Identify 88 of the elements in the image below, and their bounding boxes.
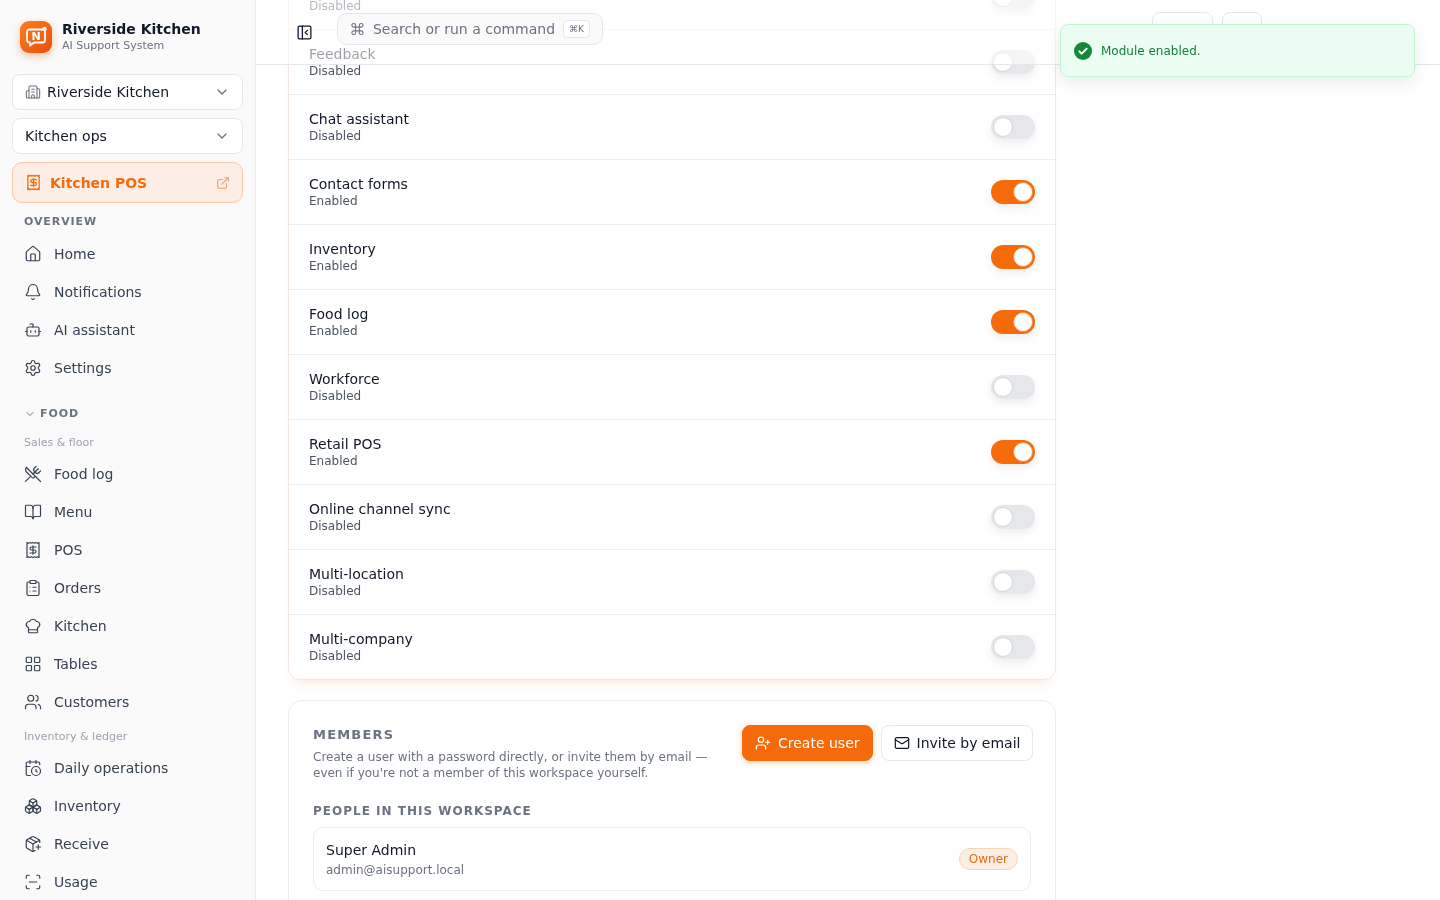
toggle-switch[interactable] bbox=[991, 635, 1035, 659]
panel-left-icon bbox=[295, 23, 313, 41]
module-name: Multi-company bbox=[309, 630, 413, 648]
shortcut-key: ⌘K bbox=[563, 20, 590, 38]
module-name: Food log bbox=[309, 305, 369, 323]
app-logo: N bbox=[20, 21, 52, 53]
section-label: OVERVIEW bbox=[23, 215, 98, 229]
nav-item[interactable]: Tables bbox=[12, 646, 243, 682]
app-title: Riverside Kitchen bbox=[62, 21, 201, 38]
mail-icon bbox=[893, 735, 910, 751]
nav-item[interactable]: Usage bbox=[12, 864, 243, 900]
location-select[interactable]: Riverside Kitchen bbox=[12, 74, 243, 110]
nav-item[interactable]: Settings bbox=[12, 350, 243, 386]
toggle-switch[interactable] bbox=[991, 115, 1035, 139]
toggle-switch[interactable] bbox=[991, 570, 1035, 594]
workspace-select[interactable]: Kitchen ops bbox=[12, 118, 243, 154]
calendar-clock-icon bbox=[24, 759, 42, 777]
section-toggle[interactable]: FOOD bbox=[12, 407, 91, 421]
settings-icon bbox=[24, 359, 42, 377]
clipboard-icon bbox=[24, 579, 42, 597]
toggle-switch[interactable] bbox=[991, 50, 1035, 74]
nav-item[interactable]: Notifications bbox=[12, 274, 243, 310]
toggle-switch[interactable] bbox=[991, 505, 1035, 529]
command-search[interactable]: Search or run a command ⌘K bbox=[337, 13, 603, 45]
grid-icon bbox=[24, 655, 42, 673]
toggle-switch[interactable] bbox=[991, 245, 1035, 269]
module-status: Enabled bbox=[309, 453, 359, 469]
module-status: Enabled bbox=[309, 193, 359, 209]
scan-icon bbox=[24, 873, 42, 891]
module-status: Disabled bbox=[309, 583, 363, 599]
nav-item[interactable]: Orders bbox=[12, 570, 243, 606]
members-title: MEMBERS bbox=[313, 726, 396, 744]
toggle-switch[interactable] bbox=[991, 180, 1035, 204]
module-status: Enabled bbox=[309, 258, 359, 274]
toast-message: Module enabled. bbox=[1101, 43, 1201, 58]
fork-knife-icon bbox=[24, 465, 42, 483]
package-plus-icon bbox=[24, 835, 42, 853]
module-name: Retail POS bbox=[309, 435, 382, 453]
invite-button[interactable]: Invite by email bbox=[880, 725, 1034, 761]
group-label: Inventory & ledger bbox=[23, 730, 129, 744]
module-status: Disabled bbox=[309, 63, 363, 79]
module-name: Feedback bbox=[309, 45, 376, 63]
member-email: admin@aisupport.local bbox=[326, 861, 465, 878]
user-plus-icon bbox=[755, 735, 771, 751]
nav-item[interactable]: Receive bbox=[12, 826, 243, 862]
nav-item[interactable]: Kitchen bbox=[12, 608, 243, 644]
people-title: PEOPLE IN THIS WORKSPACE bbox=[313, 803, 533, 819]
nav-item[interactable]: Daily operations bbox=[12, 750, 243, 786]
nav-item[interactable]: Food log bbox=[12, 456, 243, 492]
nav-item[interactable]: Customers bbox=[12, 684, 243, 720]
module-status: Disabled bbox=[309, 0, 362, 14]
toggle-switch[interactable] bbox=[991, 310, 1035, 334]
module-status: Disabled bbox=[309, 648, 363, 664]
bell-icon bbox=[24, 283, 42, 301]
toggle-switch[interactable] bbox=[991, 440, 1035, 464]
module-name: Contact forms bbox=[309, 175, 408, 193]
module-status: Disabled bbox=[309, 388, 363, 404]
module-name: Multi-location bbox=[309, 565, 404, 583]
module-name: Online channel sync bbox=[309, 500, 451, 518]
receipt-icon bbox=[25, 174, 42, 191]
members-description: Create a user with a password directly, or invite them by email — even if you're not a member of this workspace yourself. bbox=[313, 749, 709, 781]
nav-item[interactable]: Menu bbox=[12, 494, 243, 530]
nav-item[interactable]: Inventory bbox=[12, 788, 243, 824]
receipt-icon bbox=[24, 541, 42, 559]
app-subtitle: AI Support System bbox=[62, 39, 166, 53]
building-icon bbox=[25, 84, 41, 100]
nav-item[interactable]: POS bbox=[12, 532, 243, 568]
module-name: Chat assistant bbox=[309, 110, 409, 128]
toggle-switch[interactable] bbox=[991, 375, 1035, 399]
book-icon bbox=[24, 503, 42, 521]
house-icon bbox=[24, 245, 42, 263]
chef-hat-icon bbox=[24, 617, 42, 635]
module-status: Disabled bbox=[309, 128, 363, 144]
boxes-icon bbox=[24, 797, 42, 815]
users-icon bbox=[24, 693, 42, 711]
module-status: Enabled bbox=[309, 323, 359, 339]
group-label: Sales & floor bbox=[23, 436, 95, 450]
robot-icon bbox=[24, 321, 42, 339]
module-status: Disabled bbox=[309, 518, 363, 534]
module-name: Inventory bbox=[309, 240, 376, 258]
check-circle-icon bbox=[1074, 41, 1092, 60]
external-link-icon bbox=[216, 175, 230, 190]
command-icon bbox=[350, 21, 365, 37]
role-badge: Owner bbox=[958, 848, 1018, 870]
nav-item[interactable]: AI assistant bbox=[12, 312, 243, 348]
module-name: Workforce bbox=[309, 370, 380, 388]
nav-item[interactable]: Home bbox=[12, 236, 243, 272]
member-name: Super Admin bbox=[326, 840, 418, 859]
